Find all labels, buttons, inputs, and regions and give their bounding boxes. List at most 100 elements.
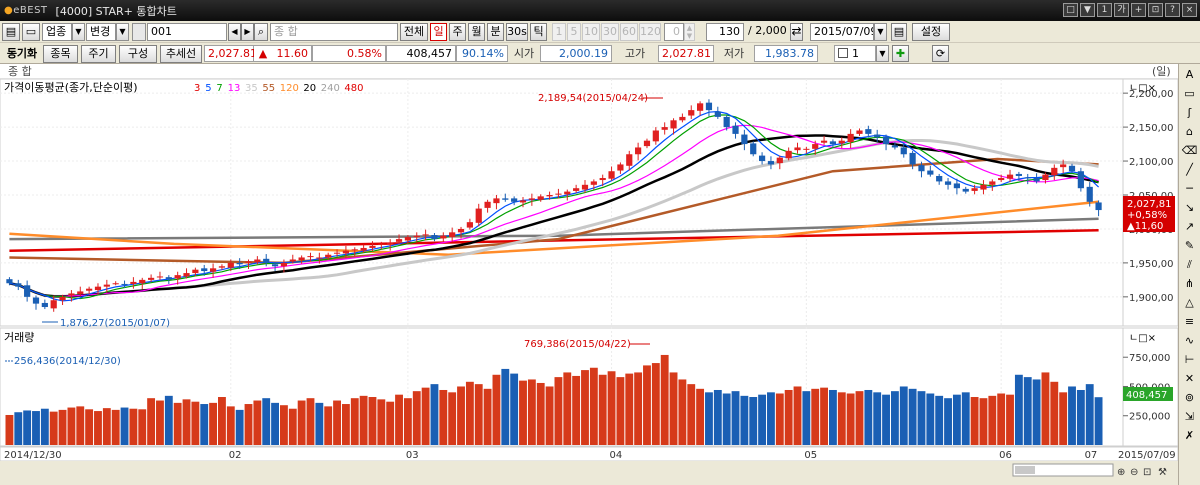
layout-icon[interactable]: ▭: [22, 23, 40, 41]
drawing-tools: A ▭ ʃ ⌂ ⌫ ╱ ─ ↘ ↗ ✎ ⫽ ⋔ △ ≡ ∿ ⊢ ✕ ⊚ ⇲ ✗: [1178, 64, 1200, 485]
number-icon[interactable]: 1: [1097, 3, 1112, 17]
volume-bar: [1006, 394, 1014, 445]
candle-body: [254, 259, 261, 263]
zoom-out-icon[interactable]: ⊖: [1130, 467, 1138, 478]
interval-1-button[interactable]: 1: [552, 23, 566, 41]
cycle-button[interactable]: 주기: [81, 45, 116, 63]
zoom-reset-icon[interactable]: ⊡: [1143, 467, 1151, 478]
zoom-tool-icon[interactable]: ⇲: [1181, 408, 1199, 425]
period-week-button[interactable]: 주: [449, 23, 466, 41]
compose-button[interactable]: 구성: [119, 45, 157, 63]
next-icon[interactable]: ▶: [241, 23, 254, 41]
arrow-tool-icon[interactable]: ↘: [1181, 199, 1199, 216]
stamp-tool-icon[interactable]: ⌂: [1181, 123, 1199, 140]
date-input[interactable]: 2015/07/09: [810, 23, 874, 41]
legend-item: 3: [194, 83, 200, 94]
window-controls: □ ▼ 1 가 + ⊡ ? ×: [1063, 3, 1197, 17]
refresh-icon[interactable]: ⟳: [932, 45, 949, 62]
interval-10-button[interactable]: 10: [582, 23, 600, 41]
candle-body: [103, 284, 110, 287]
hline-tool-icon[interactable]: ─: [1181, 180, 1199, 197]
interval-30-button[interactable]: 30: [601, 23, 619, 41]
interval-60-button[interactable]: 60: [620, 23, 638, 41]
minimize-icon[interactable]: ⊡: [1148, 3, 1163, 17]
change-select[interactable]: 변경: [86, 23, 116, 41]
candle-body: [847, 133, 854, 143]
volume-panel-controls-icon[interactable]: ㄴ□×: [1129, 333, 1156, 344]
volume-bar: [926, 393, 935, 445]
volume-bar: [173, 402, 182, 445]
pin-icon[interactable]: +: [1131, 3, 1146, 17]
chart-scroll-icon[interactable]: ⇄: [790, 23, 803, 41]
volume-bar: [244, 404, 253, 445]
dropdown-icon[interactable]: ▼: [1080, 3, 1095, 17]
rect-tool-icon[interactable]: ▭: [1181, 85, 1199, 102]
panel-controls-icon[interactable]: ㄴ□×: [1129, 83, 1156, 94]
interval-5-button[interactable]: 5: [567, 23, 581, 41]
scroll-thumb[interactable]: [1015, 466, 1035, 474]
cycle-tool-icon[interactable]: ∿: [1181, 332, 1199, 349]
period-30s-button[interactable]: 30s: [506, 23, 528, 41]
period-all-button[interactable]: 전체: [400, 23, 428, 41]
font-icon[interactable]: 가: [1114, 3, 1129, 17]
zoom-in-icon[interactable]: ⊕: [1117, 467, 1125, 478]
prev-icon[interactable]: ◀: [228, 23, 241, 41]
target-tool-icon[interactable]: ⊚: [1181, 389, 1199, 406]
interval-input[interactable]: 0: [664, 23, 684, 41]
fan-tool-icon[interactable]: ⋔: [1181, 275, 1199, 292]
name-search-input[interactable]: 종 합: [270, 23, 398, 41]
chevron-down-icon[interactable]: ▼: [116, 23, 129, 41]
chevron-down-icon[interactable]: ▼: [72, 23, 85, 41]
volume-bar: [519, 380, 527, 445]
chart-svg[interactable]: 2,200,002,150,002,100,002,050,002,000,00…: [0, 78, 1179, 485]
chevron-down-icon[interactable]: ▼: [874, 23, 887, 41]
copy-icon[interactable]: ▤: [2, 23, 20, 41]
delete-tool-icon[interactable]: ✗: [1181, 427, 1199, 444]
volume-bar: [705, 392, 713, 445]
chart-area[interactable]: 2,200,002,150,002,100,002,050,002,000,00…: [0, 78, 1179, 485]
period-tick-button[interactable]: 틱: [530, 23, 547, 41]
candle-body: [1095, 202, 1102, 211]
ray-tool-icon[interactable]: ↗: [1181, 218, 1199, 235]
period-day-button[interactable]: 일: [430, 23, 447, 41]
period-minute-button[interactable]: 분: [487, 23, 504, 41]
item-button[interactable]: 종목: [43, 45, 78, 63]
settings-button[interactable]: 설정: [912, 23, 950, 41]
line-tool-icon[interactable]: ╱: [1181, 161, 1199, 178]
curve-tool-icon[interactable]: ʃ: [1181, 104, 1199, 121]
volume-tick-label: 250,000: [1129, 412, 1170, 423]
channel-tool-icon[interactable]: ⫽: [1181, 256, 1199, 273]
code-input[interactable]: 001: [147, 23, 227, 41]
candle-body: [741, 134, 748, 145]
restore-icon[interactable]: □: [1063, 3, 1078, 17]
eraser-tool-icon[interactable]: ⌫: [1181, 142, 1199, 159]
text-tool-icon[interactable]: A: [1181, 66, 1199, 83]
layout-select[interactable]: 1: [834, 45, 876, 62]
volume-bar: [333, 400, 341, 445]
count-input[interactable]: 130: [706, 23, 744, 41]
search-icon[interactable]: ⌕: [254, 23, 268, 41]
volume-bar: [457, 386, 465, 445]
close-icon[interactable]: ×: [1182, 3, 1197, 17]
candle-body: [590, 181, 597, 185]
volume-bar: [536, 382, 545, 445]
calendar-icon[interactable]: ▤: [891, 23, 907, 41]
interval-120-button[interactable]: 120: [639, 23, 661, 41]
period-month-button[interactable]: 월: [468, 23, 485, 41]
help-icon[interactable]: ?: [1165, 3, 1180, 17]
candle-body: [422, 234, 429, 236]
wrench-icon[interactable]: ⚒: [1158, 467, 1167, 478]
market-type-select[interactable]: 업종: [42, 23, 72, 41]
interval-stepper[interactable]: ▲ ▼: [684, 23, 695, 41]
add-icon[interactable]: ✚: [892, 45, 909, 62]
chevron-down-icon[interactable]: ▼: [876, 45, 889, 62]
candle-body: [369, 245, 376, 248]
candle-body: [86, 288, 93, 291]
fib-tool-icon[interactable]: ≡: [1181, 313, 1199, 330]
measure-tool-icon[interactable]: ⊢: [1181, 351, 1199, 368]
cross-tool-icon[interactable]: ✕: [1181, 370, 1199, 387]
trendline-button[interactable]: 추세선: [160, 45, 202, 63]
pencil-tool-icon[interactable]: ✎: [1181, 237, 1199, 254]
triangle-tool-icon[interactable]: △: [1181, 294, 1199, 311]
open-label: 시가: [513, 47, 535, 60]
